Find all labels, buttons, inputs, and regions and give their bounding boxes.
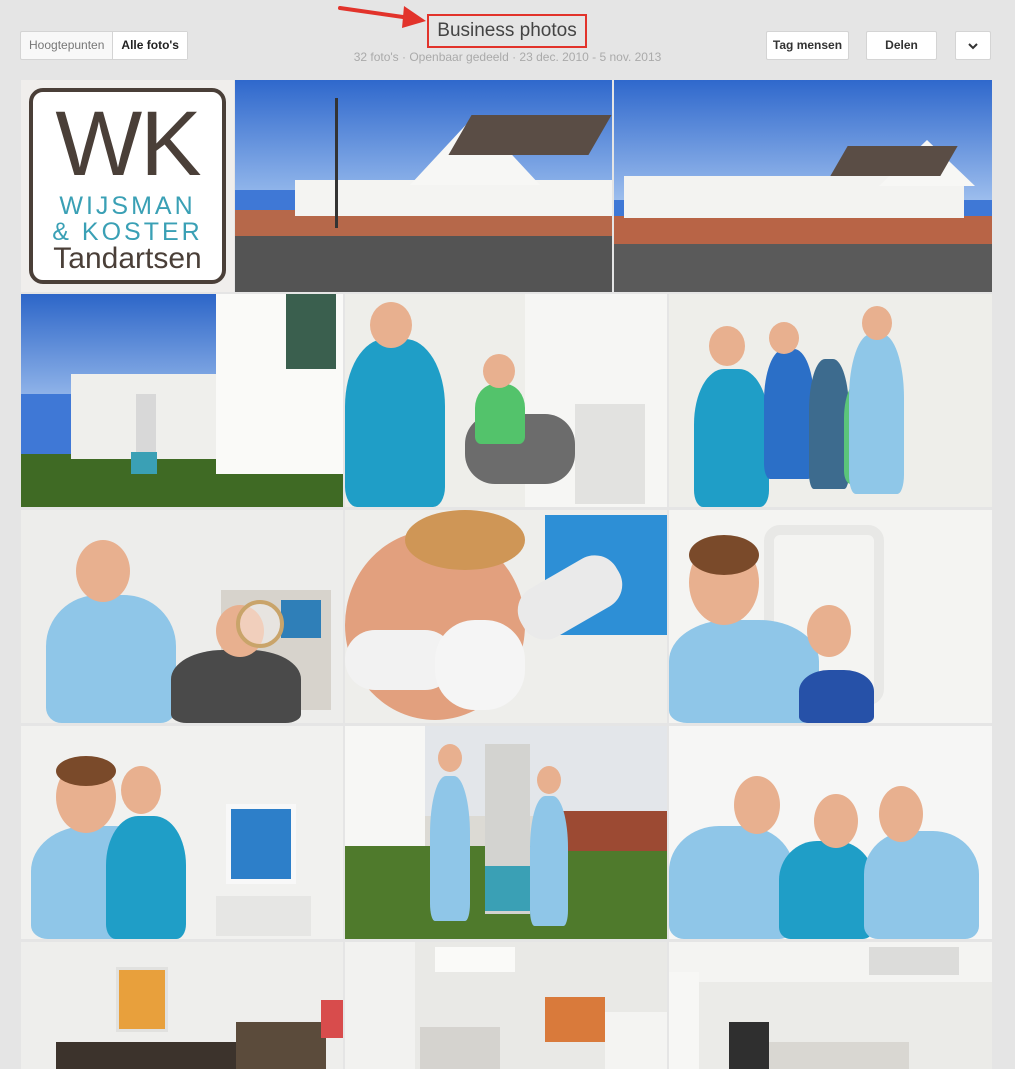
photo-building-front[interactable] xyxy=(235,80,612,292)
share-button[interactable]: Delen xyxy=(866,31,937,60)
photo-team-with-children[interactable] xyxy=(669,294,992,507)
photo-logo[interactable]: WK WIJSMAN & KOSTER Tandartsen xyxy=(21,80,234,292)
photo-dentists-sign[interactable] xyxy=(345,726,667,939)
photo-dentists-screen[interactable] xyxy=(21,726,343,939)
photo-dentist-xray[interactable] xyxy=(669,510,992,723)
photo-team-portrait[interactable] xyxy=(669,726,992,939)
tag-people-button[interactable]: Tag mensen xyxy=(766,31,849,60)
photo-building-side[interactable] xyxy=(614,80,992,292)
highlights-tab[interactable]: Hoogtepunten xyxy=(21,32,112,59)
album-meta: 32 foto's · Openbaar gedeeld · 23 dec. 2… xyxy=(353,50,662,64)
more-options-button[interactable] xyxy=(955,31,991,60)
photo-dentist-with-child[interactable] xyxy=(345,294,667,507)
photo-treatment-room[interactable] xyxy=(345,942,667,1069)
photo-waiting-room[interactable] xyxy=(21,942,343,1069)
photo-building-entrance[interactable] xyxy=(21,294,343,507)
annotation-arrow-icon xyxy=(338,6,426,28)
logo-line-3: Tandartsen xyxy=(53,242,202,275)
photo-dentist-mirror-boy[interactable] xyxy=(21,510,343,723)
logo-line-1: WIJSMAN xyxy=(59,192,196,220)
view-toggle: Hoogtepunten Alle foto's xyxy=(20,31,188,60)
chevron-down-icon xyxy=(968,43,978,50)
logo-initials: WK xyxy=(55,93,201,195)
album-page: Hoogtepunten Alle foto's Business photos… xyxy=(0,0,1015,1069)
photo-hallway-reception[interactable] xyxy=(669,942,992,1069)
album-title[interactable]: Business photos xyxy=(427,14,587,48)
photo-patient-scan[interactable] xyxy=(345,510,667,723)
all-photos-tab[interactable]: Alle foto's xyxy=(112,32,187,59)
